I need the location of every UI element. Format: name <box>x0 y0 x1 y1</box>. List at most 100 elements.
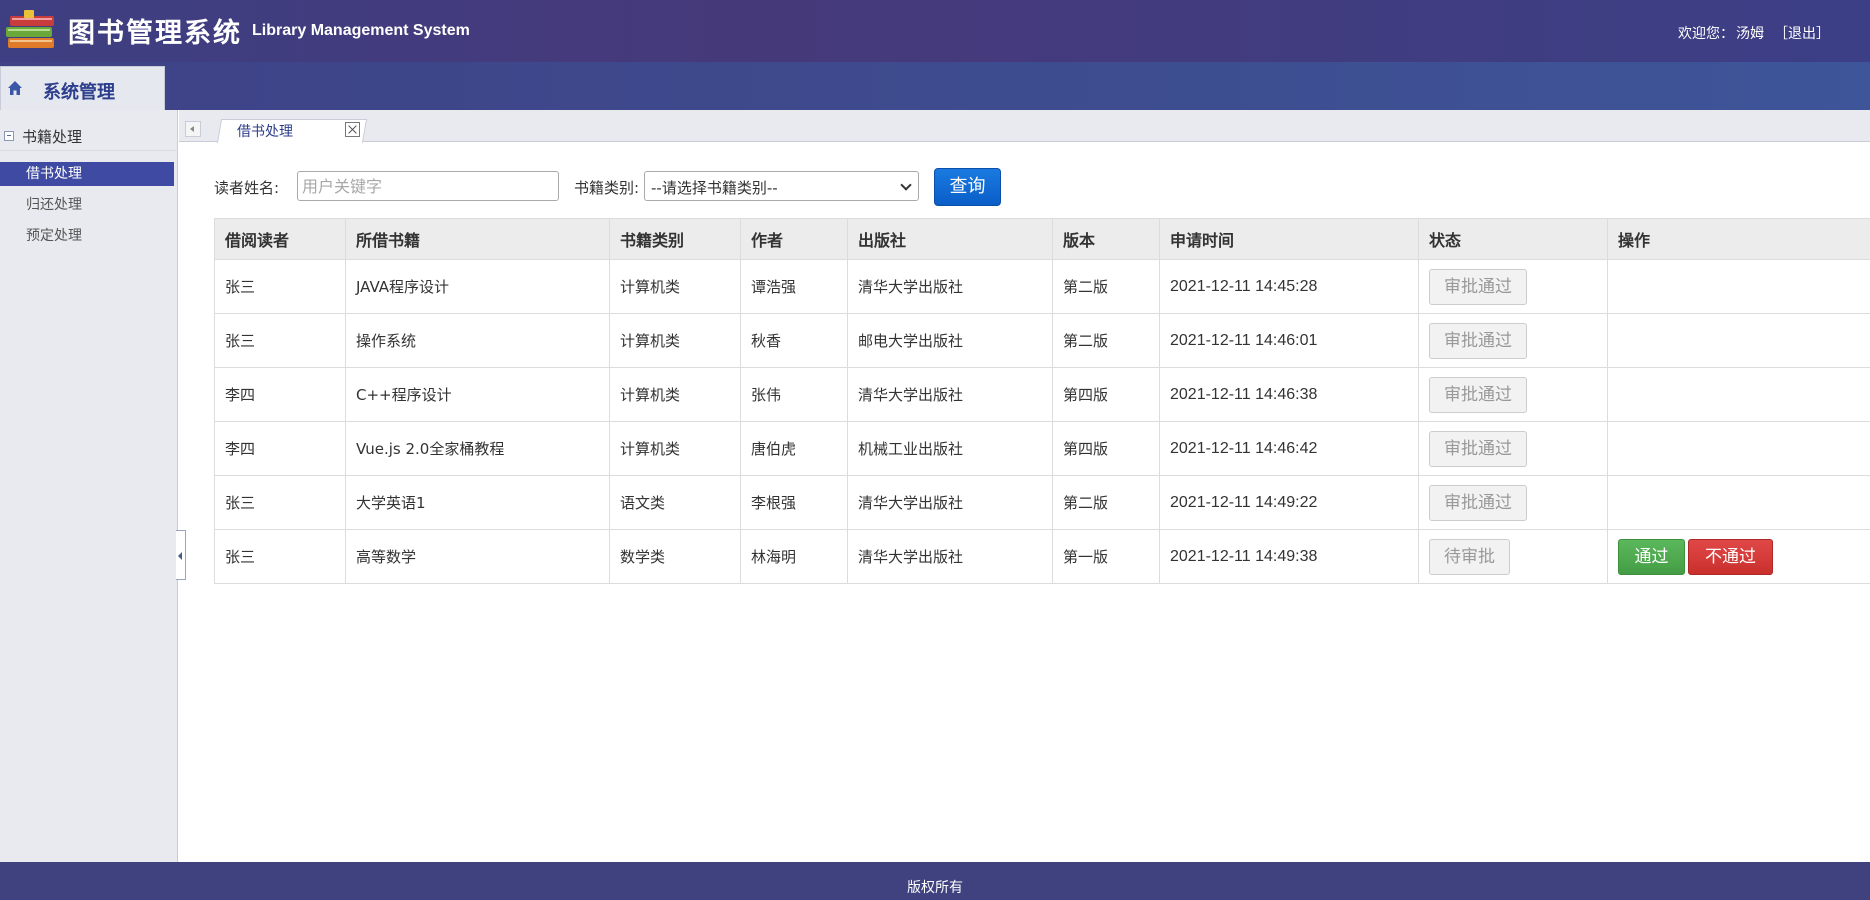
cell-time: 2021-12-11 14:46:38 <box>1159 367 1419 422</box>
cell-publisher: 清华大学出版社 <box>847 259 1053 314</box>
welcome-prefix: 欢迎您： <box>1678 26 1734 42</box>
status-badge: 审批通过 <box>1429 484 1527 521</box>
cell-status: 审批通过 <box>1418 313 1608 368</box>
cell-category: 计算机类 <box>609 421 741 476</box>
tab-borrow-label[interactable]: 借书处理 <box>237 121 293 141</box>
sidebar: 书籍处理 借书处理 归还处理 预定处理 <box>0 110 178 862</box>
column-header: 状态 <box>1418 218 1608 260</box>
user-name: 汤姆 <box>1736 26 1764 42</box>
status-badge: 审批通过 <box>1429 376 1527 413</box>
cell-publisher: 清华大学出版社 <box>847 529 1053 584</box>
cell-actions <box>1607 475 1870 530</box>
cell-actions <box>1607 259 1870 314</box>
status-badge: 待审批 <box>1429 538 1510 575</box>
table-row: 李四 C++程序设计 计算机类 张伟 清华大学出版社 第四版 2021-12-1… <box>214 367 1870 422</box>
collapse-minus-icon[interactable] <box>4 131 14 141</box>
reader-name-input[interactable] <box>297 171 559 201</box>
column-header: 版本 <box>1052 218 1160 260</box>
page-footer: 版权所有 <box>0 862 1870 900</box>
sidebar-item-return[interactable]: 归还处理 <box>0 193 174 217</box>
sidebar-collapse-handle[interactable] <box>176 530 186 580</box>
cell-time: 2021-12-11 14:46:01 <box>1159 313 1419 368</box>
cell-status: 待审批 <box>1418 529 1608 584</box>
reject-button[interactable]: 不通过 <box>1688 538 1773 575</box>
category-selected-value: --请选择书籍类别-- <box>651 179 778 197</box>
cell-status: 审批通过 <box>1418 259 1608 314</box>
books-stack-icon <box>6 10 54 48</box>
sidebar-group-book-processing[interactable]: 书籍处理 <box>0 123 178 147</box>
sidebar-item-reserve[interactable]: 预定处理 <box>0 224 174 248</box>
table-row: 张三 操作系统 计算机类 秋香 邮电大学出版社 第二版 2021-12-11 1… <box>214 313 1870 368</box>
cell-reader: 李四 <box>214 421 346 476</box>
cell-book: C++程序设计 <box>345 367 610 422</box>
top-nav-bar: 系统管理 <box>0 62 1870 110</box>
sidebar-item-borrow[interactable]: 借书处理 <box>0 162 174 186</box>
reader-name-label: 读者姓名: <box>214 179 280 197</box>
cell-publisher: 机械工业出版社 <box>847 421 1053 476</box>
category-label: 书籍类别: <box>574 179 640 197</box>
home-icon <box>8 81 22 95</box>
cell-edition: 第二版 <box>1052 259 1160 314</box>
table-row: 张三 高等数学 数学类 林海明 清华大学出版社 第一版 2021-12-11 1… <box>214 529 1870 584</box>
column-header: 书籍类别 <box>609 218 741 260</box>
cell-time: 2021-12-11 14:46:42 <box>1159 421 1419 476</box>
cell-author: 谭浩强 <box>740 259 848 314</box>
app-title: 图书管理系统 <box>68 18 242 49</box>
cell-actions <box>1607 313 1870 368</box>
cell-author: 唐伯虎 <box>740 421 848 476</box>
cell-status: 审批通过 <box>1418 475 1608 530</box>
cell-category: 计算机类 <box>609 367 741 422</box>
cell-time: 2021-12-11 14:45:28 <box>1159 259 1419 314</box>
cell-status: 审批通过 <box>1418 421 1608 476</box>
logout-link[interactable]: ［退出］ <box>1774 26 1830 42</box>
borrow-table: 借阅读者 所借书籍 书籍类别 作者 出版社 版本 申请时间 状态 操作 张三 J… <box>214 218 1870 584</box>
query-button[interactable]: 查询 <box>934 168 1001 206</box>
status-badge: 审批通过 <box>1429 268 1527 305</box>
chevron-down-icon <box>900 179 912 191</box>
column-header: 作者 <box>740 218 848 260</box>
cell-actions <box>1607 421 1870 476</box>
cell-category: 计算机类 <box>609 313 741 368</box>
category-select[interactable]: --请选择书籍类别-- <box>644 171 919 201</box>
table-row: 李四 Vue.js 2.0全家桶教程 计算机类 唐伯虎 机械工业出版社 第四版 … <box>214 421 1870 476</box>
cell-author: 张伟 <box>740 367 848 422</box>
cell-book: 操作系统 <box>345 313 610 368</box>
cell-edition: 第四版 <box>1052 421 1160 476</box>
cell-edition: 第一版 <box>1052 529 1160 584</box>
cell-actions <box>1607 367 1870 422</box>
cell-author: 李根强 <box>740 475 848 530</box>
cell-category: 计算机类 <box>609 259 741 314</box>
cell-publisher: 清华大学出版社 <box>847 475 1053 530</box>
cell-book: Vue.js 2.0全家桶教程 <box>345 421 610 476</box>
app-subtitle: Library Management System <box>252 22 470 39</box>
copyright-text: 版权所有 <box>907 880 963 896</box>
cell-book: 大学英语1 <box>345 475 610 530</box>
cell-reader: 张三 <box>214 313 346 368</box>
table-row: 张三 JAVA程序设计 计算机类 谭浩强 清华大学出版社 第二版 2021-12… <box>214 259 1870 314</box>
cell-time: 2021-12-11 14:49:22 <box>1159 475 1419 530</box>
nav-tab-label: 系统管理 <box>43 82 115 103</box>
close-icon[interactable] <box>345 122 360 137</box>
cell-status: 审批通过 <box>1418 367 1608 422</box>
cell-author: 林海明 <box>740 529 848 584</box>
cell-reader: 李四 <box>214 367 346 422</box>
cell-reader: 张三 <box>214 529 346 584</box>
status-badge: 审批通过 <box>1429 322 1527 359</box>
sidebar-divider <box>0 150 178 151</box>
cell-edition: 第二版 <box>1052 475 1160 530</box>
column-header: 所借书籍 <box>345 218 610 260</box>
app-header: 图书管理系统 Library Management System 欢迎您： 汤姆 ［… <box>0 0 1870 62</box>
column-header: 操作 <box>1607 218 1870 260</box>
approve-button[interactable]: 通过 <box>1618 538 1685 575</box>
cell-book: 高等数学 <box>345 529 610 584</box>
cell-book: JAVA程序设计 <box>345 259 610 314</box>
cell-edition: 第四版 <box>1052 367 1160 422</box>
cell-reader: 张三 <box>214 259 346 314</box>
sidebar-group-label: 书籍处理 <box>22 128 83 146</box>
chevron-left-icon[interactable] <box>185 121 201 137</box>
nav-tab-system-management[interactable]: 系统管理 <box>0 66 165 110</box>
cell-reader: 张三 <box>214 475 346 530</box>
table-header-row: 借阅读者 所借书籍 书籍类别 作者 出版社 版本 申请时间 状态 操作 <box>214 218 1870 260</box>
cell-edition: 第二版 <box>1052 313 1160 368</box>
cell-time: 2021-12-11 14:49:38 <box>1159 529 1419 584</box>
